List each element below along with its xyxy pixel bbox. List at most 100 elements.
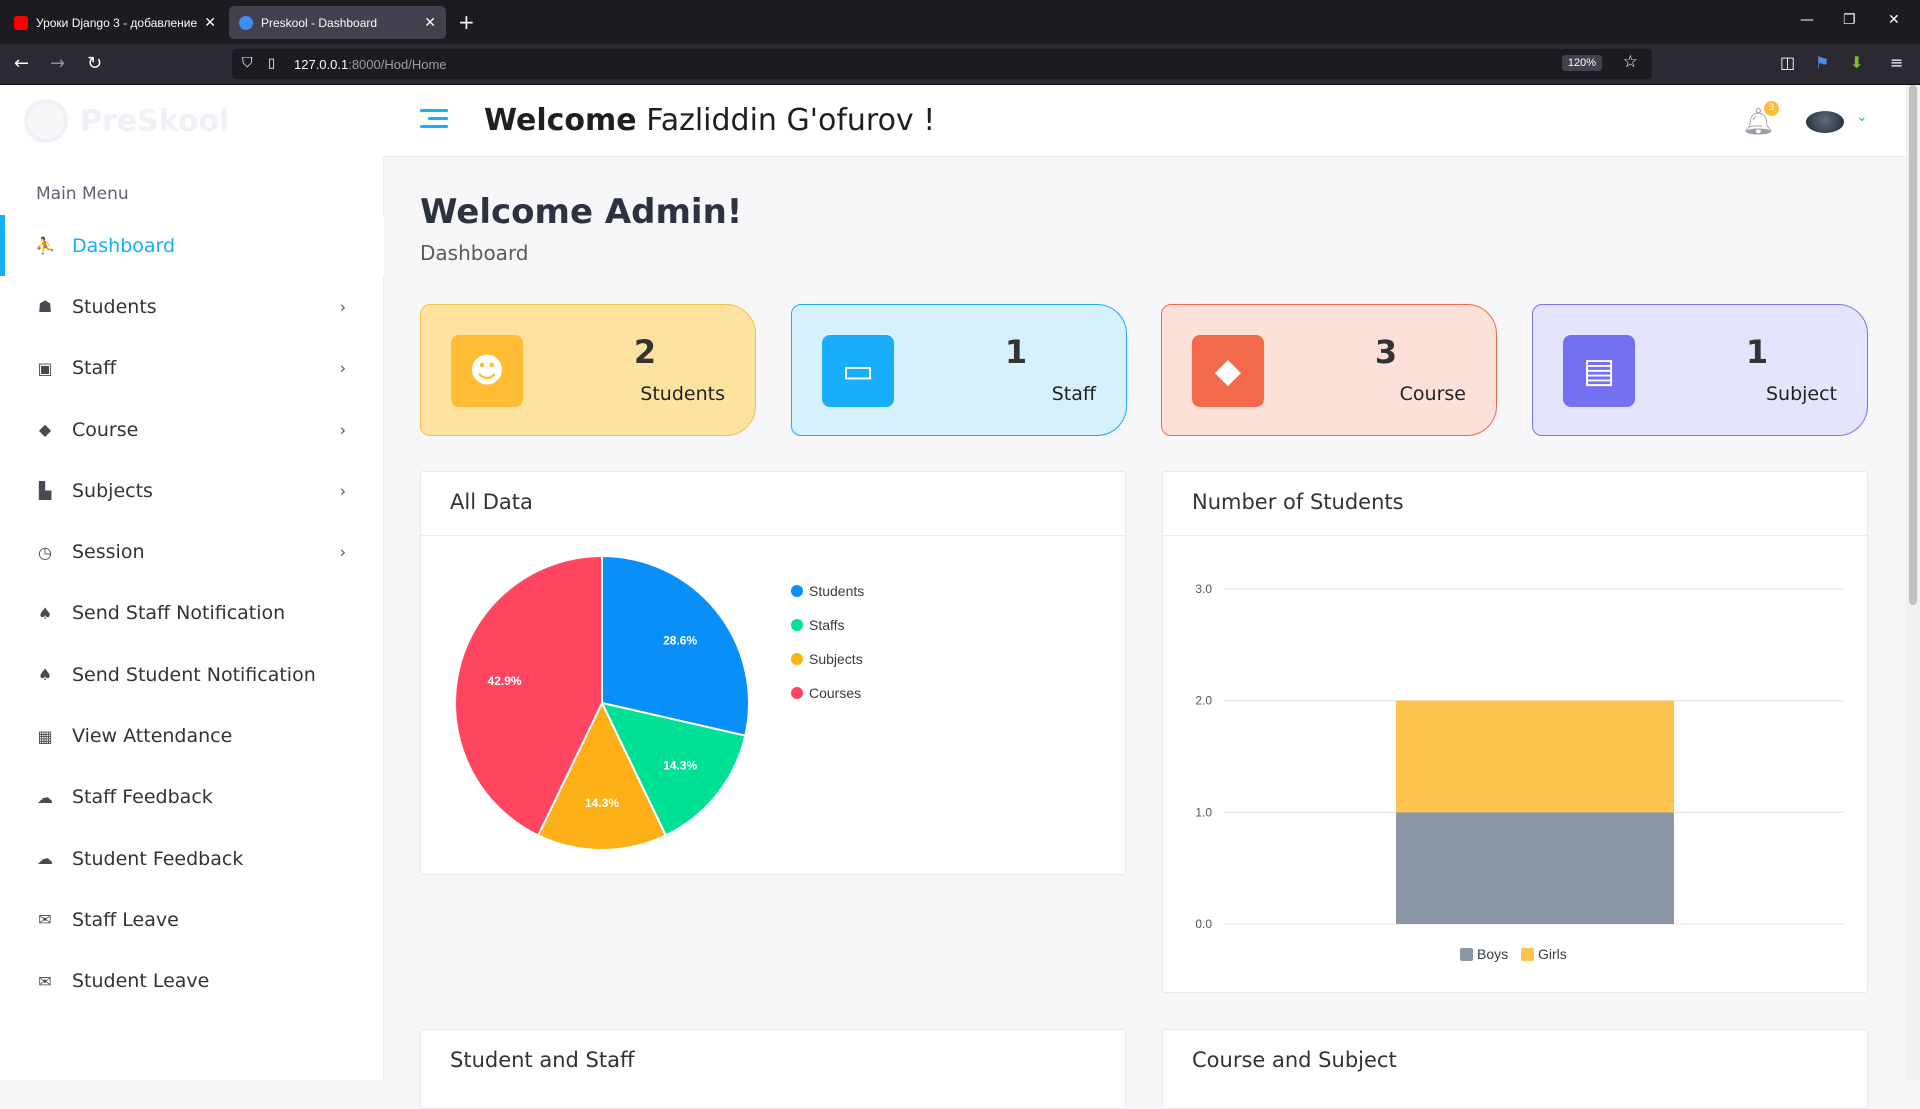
calendar-icon: ▦ — [37, 726, 53, 746]
sidebar-item-staff-feedback[interactable]: ☁ Staff Feedback — [0, 767, 384, 828]
sidebar-item-label: Staff Feedback — [72, 786, 213, 809]
students-chart-card: Number of Students 0.0 1.0 2.0 3.0 Boys Girls — [1162, 471, 1868, 993]
new-tab-button[interactable]: + — [458, 10, 475, 34]
legend-marker[interactable] — [791, 585, 803, 597]
sidebar-item-label: Staff — [72, 357, 117, 380]
sidebar-item-dashboard[interactable]: ⛹ Dashboard — [0, 215, 384, 277]
chevron-down-icon[interactable]: ⌄ — [1856, 109, 1868, 125]
pie-data-label: 14.3% — [585, 796, 619, 810]
menu-icon[interactable]: ≡ — [1890, 53, 1903, 72]
page-info-icon[interactable]: ▯ — [268, 56, 275, 71]
close-window-icon[interactable]: ✕ — [1888, 12, 1900, 28]
logo[interactable]: PreSkool — [0, 85, 384, 157]
sidebar-item-send-staff-notification[interactable]: ♠ Send Staff Notification — [0, 583, 384, 644]
extension-flag-icon[interactable]: ⚑ — [1815, 53, 1829, 72]
page-scrollbar[interactable] — [1906, 85, 1920, 1080]
sidebar-item-students[interactable]: ☗ Students › — [0, 276, 384, 337]
avatar[interactable] — [1806, 111, 1844, 133]
sidebar-item-send-student-notification[interactable]: ♠ Send Student Notification — [0, 644, 384, 705]
forward-icon[interactable]: → — [50, 53, 65, 74]
back-icon[interactable]: ← — [14, 53, 29, 74]
dashboard-icon: ⛹ — [35, 236, 55, 256]
legend-label[interactable]: Subjects — [809, 651, 863, 667]
stat-value: 1 — [1004, 333, 1028, 371]
youtube-favicon-icon — [14, 15, 28, 30]
legend-marker[interactable] — [1521, 948, 1534, 961]
legend-label[interactable]: Boys — [1477, 946, 1508, 962]
clock-icon: ◷ — [38, 542, 52, 562]
sidebar-item-session[interactable]: ◷ Session › — [0, 521, 384, 582]
stat-card-staff[interactable]: ▭ 1 Staff — [791, 304, 1127, 436]
graduation-cap-icon: ◆ — [1192, 335, 1264, 407]
menu-toggle-icon[interactable] — [420, 109, 448, 133]
notification-badge: 3 — [1764, 101, 1779, 116]
all-data-pie-chart: 28.6% 14.3% 14.3% 42.9% Students Staffs Subjec… — [454, 554, 864, 851]
shield-icon[interactable]: ⛉ — [242, 55, 253, 71]
legend-marker[interactable] — [1460, 948, 1473, 961]
y-tick-label: 3.0 — [1195, 582, 1212, 596]
sidebar-item-label: Subjects — [72, 479, 153, 502]
pie-data-label: 28.6% — [663, 634, 697, 648]
student-icon: ☻ — [451, 335, 523, 407]
close-tab-icon[interactable]: ✕ — [204, 14, 216, 31]
legend-label[interactable]: Students — [809, 583, 864, 599]
download-extension-icon[interactable]: ⬇ — [1850, 53, 1863, 72]
logo-icon — [24, 99, 68, 143]
reload-icon[interactable]: ↻ — [87, 53, 102, 74]
sidebar-item-course[interactable]: ◆ Course › — [0, 399, 384, 460]
chevron-right-icon: › — [339, 420, 346, 440]
stat-label: Students — [640, 383, 725, 405]
chevron-right-icon: › — [339, 481, 346, 501]
scrollbar-thumb[interactable] — [1909, 85, 1917, 605]
browser-tab-youtube[interactable]: Уроки Django 3 - добавление р ✕ — [4, 6, 226, 39]
course-subject-card: Course and Subject — [1162, 1029, 1868, 1109]
envelope-icon: ✉ — [38, 910, 52, 930]
url-bar[interactable]: ⛉ ▯ 127.0.0.1:8000/Hod/Home 120% ☆ — [232, 49, 1652, 79]
sidebar-item-label: Student Leave — [72, 970, 210, 993]
legend-marker[interactable] — [791, 619, 803, 631]
book-reader-icon: ▙ — [38, 481, 52, 501]
bar-segment-boys[interactable] — [1396, 812, 1674, 924]
legend-label[interactable]: Staffs — [809, 617, 845, 633]
close-tab-icon[interactable]: ✕ — [424, 14, 436, 31]
zoom-level[interactable]: 120% — [1561, 55, 1602, 71]
chevron-right-icon: › — [339, 358, 346, 378]
pie-data-label: 14.3% — [663, 758, 697, 772]
sidebar-item-view-attendance[interactable]: ▦ View Attendance — [0, 705, 384, 766]
legend-label[interactable]: Girls — [1538, 946, 1567, 962]
restore-icon[interactable]: ❐ — [1843, 12, 1856, 28]
legend-marker[interactable] — [791, 687, 803, 699]
sidebar-item-staff[interactable]: ▣ Staff › — [0, 338, 384, 399]
sidebar-item-label: Send Staff Notification — [72, 602, 286, 625]
menu-title: Main Menu — [36, 184, 129, 204]
browser-tabbar: Уроки Django 3 - добавление р ✕ Preskool… — [0, 0, 1920, 44]
chevron-right-icon: › — [339, 297, 346, 317]
bar-segment-girls[interactable] — [1396, 700, 1674, 813]
sidebar-item-student-leave[interactable]: ✉ Student Leave — [0, 951, 384, 1012]
tab-title: Preskool - Dashboard — [261, 15, 378, 30]
chalkboard-icon: ▭ — [822, 335, 894, 407]
browser-tab-preskool[interactable]: Preskool - Dashboard ✕ — [229, 6, 446, 39]
top-header: Welcome Fazliddin G'ofurov ! 🔔︎ 3 ⌄ — [384, 85, 1920, 157]
url-text[interactable]: 127.0.0.1:8000/Hod/Home — [294, 57, 447, 72]
sidebar-item-subjects[interactable]: ▙ Subjects › — [0, 460, 384, 521]
sidebar-item-student-feedback[interactable]: ☁ Student Feedback — [0, 828, 384, 889]
bookmark-star-icon[interactable]: ☆ — [1623, 52, 1638, 72]
sidebar-item-label: Session — [72, 541, 145, 564]
legend-label[interactable]: Courses — [809, 685, 861, 701]
sidebar-item-staff-leave[interactable]: ✉ Staff Leave — [0, 889, 384, 950]
stat-card-course[interactable]: ◆ 3 Course — [1161, 304, 1497, 436]
stat-card-subject[interactable]: ▤ 1 Subject — [1532, 304, 1868, 436]
stat-label: Course — [1399, 383, 1466, 405]
browser-navbar: ← → ↻ ⛉ ▯ 127.0.0.1:8000/Hod/Home 120% ☆… — [0, 44, 1920, 85]
y-tick-label: 1.0 — [1195, 805, 1212, 819]
legend-marker[interactable] — [791, 653, 803, 665]
app-root: PreSkool Main Menu ⛹ Dashboard ☗ Student… — [0, 85, 1920, 1109]
bell-icon: ♠ — [37, 665, 53, 685]
bell-icon: ♠ — [37, 603, 53, 623]
pocket-icon[interactable]: ◫ — [1780, 53, 1795, 72]
stat-card-students[interactable]: ☻ 2 Students — [420, 304, 756, 436]
minimize-icon[interactable]: — — [1800, 12, 1814, 28]
all-data-card: All Data 28.6% 14.3% 14.3% 42.9% Students Sta… — [420, 471, 1126, 875]
welcome-word: Welcome — [484, 103, 637, 138]
